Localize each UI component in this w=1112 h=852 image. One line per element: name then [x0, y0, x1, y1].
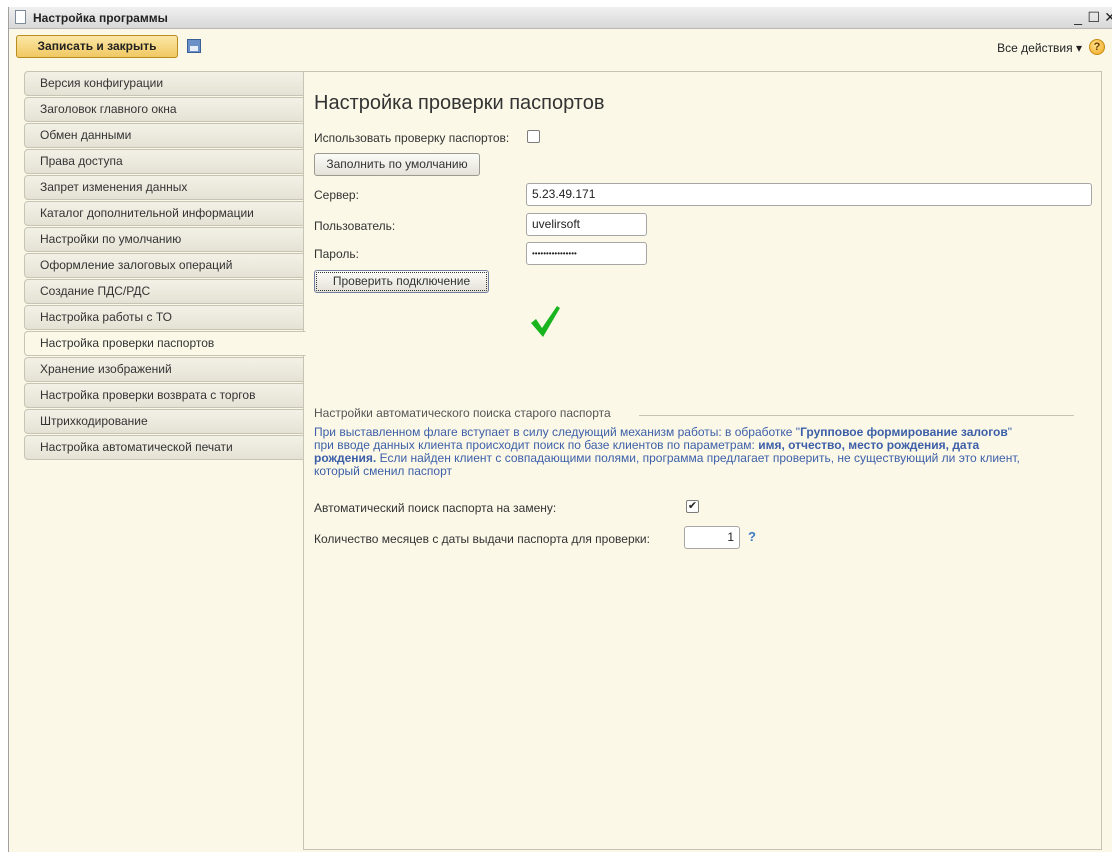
auto-search-checkbox[interactable]: ✔	[686, 500, 699, 513]
use-check-checkbox[interactable]	[527, 130, 540, 143]
use-check-label: Использовать проверку паспортов:	[314, 131, 510, 145]
server-label: Сервер:	[314, 188, 359, 202]
settings-panel: Настройка проверки паспортов Использоват…	[303, 71, 1102, 850]
auto-search-info: При выставленном флаге вступает в силу с…	[314, 426, 1034, 478]
sidebar-item-image-storage[interactable]: Хранение изображений	[24, 357, 304, 382]
server-input[interactable]: 5.23.49.171	[526, 183, 1092, 206]
sidebar-item-data-lock[interactable]: Запрет изменения данных	[24, 175, 304, 200]
password-label: Пароль:	[314, 247, 359, 261]
sidebar-item-auto-print[interactable]: Настройка автоматической печати	[24, 435, 304, 460]
sidebar-item-window-title[interactable]: Заголовок главного окна	[24, 97, 304, 122]
sidebar-item-to-settings[interactable]: Настройка работы с ТО	[24, 305, 304, 330]
help-icon[interactable]: ?	[1089, 39, 1105, 55]
minimize-button[interactable]: _	[1074, 8, 1082, 26]
save-and-close-button[interactable]: Записать и закрыть	[16, 35, 178, 58]
sidebar-item-passport-check[interactable]: Настройка проверки паспортов	[24, 331, 306, 356]
toolbar: Записать и закрыть Все действия ▾ ?	[9, 29, 1112, 61]
auto-search-label: Автоматический поиск паспорта на замену:	[314, 501, 557, 515]
settings-window: Настройка программы _ ☐ ✕ Записать и зак…	[8, 7, 1112, 852]
sidebar-item-pds-rds[interactable]: Создание ПДС/РДС	[24, 279, 304, 304]
info-text-1: При выставленном флаге вступает в силу с…	[314, 425, 801, 439]
password-input[interactable]: ••••••••••••••••	[526, 242, 647, 265]
sidebar-item-defaults[interactable]: Настройки по умолчанию	[24, 227, 304, 252]
months-input[interactable]: 1	[684, 526, 740, 549]
info-processing-name: Групповое формирование залогов	[800, 425, 1008, 439]
months-label: Количество месяцев с даты выдачи паспорт…	[314, 532, 650, 546]
green-checkmark-icon	[531, 306, 560, 337]
sidebar-item-auction-return[interactable]: Настройка проверки возврата с торгов	[24, 383, 304, 408]
sidebar-item-info-catalog[interactable]: Каталог дополнительной информации	[24, 201, 304, 226]
info-text-3: Если найден клиент с совпадающими полями…	[314, 451, 1020, 478]
page-title: Настройка проверки паспортов	[314, 92, 605, 114]
fill-default-button[interactable]: Заполнить по умолчанию	[314, 153, 480, 176]
user-input[interactable]: uvelirsoft	[526, 213, 647, 236]
close-button[interactable]: ✕	[1104, 8, 1112, 26]
floppy-disk-icon[interactable]	[187, 39, 201, 53]
sidebar-item-barcoding[interactable]: Штрихкодирование	[24, 409, 304, 434]
check-connection-button[interactable]: Проверить подключение	[314, 270, 489, 293]
sidebar-item-config-version[interactable]: Версия конфигурации	[24, 71, 304, 96]
title-bar: Настройка программы _ ☐ ✕	[9, 7, 1112, 29]
user-label: Пользователь:	[314, 219, 396, 233]
window-title: Настройка программы	[33, 11, 168, 25]
sidebar-item-pledge-operations[interactable]: Оформление залоговых операций	[24, 253, 304, 278]
section-divider	[639, 415, 1074, 416]
settings-sidebar: Версия конфигурации Заголовок главного о…	[24, 71, 306, 461]
all-actions-menu[interactable]: Все действия ▾	[997, 41, 1082, 55]
auto-search-section-title: Настройки автоматического поиска старого…	[314, 406, 611, 420]
sidebar-item-data-exchange[interactable]: Обмен данными	[24, 123, 304, 148]
document-icon	[15, 10, 26, 24]
months-help-icon[interactable]: ?	[748, 529, 756, 544]
maximize-button[interactable]: ☐	[1087, 8, 1100, 26]
sidebar-item-access-rights[interactable]: Права доступа	[24, 149, 304, 174]
